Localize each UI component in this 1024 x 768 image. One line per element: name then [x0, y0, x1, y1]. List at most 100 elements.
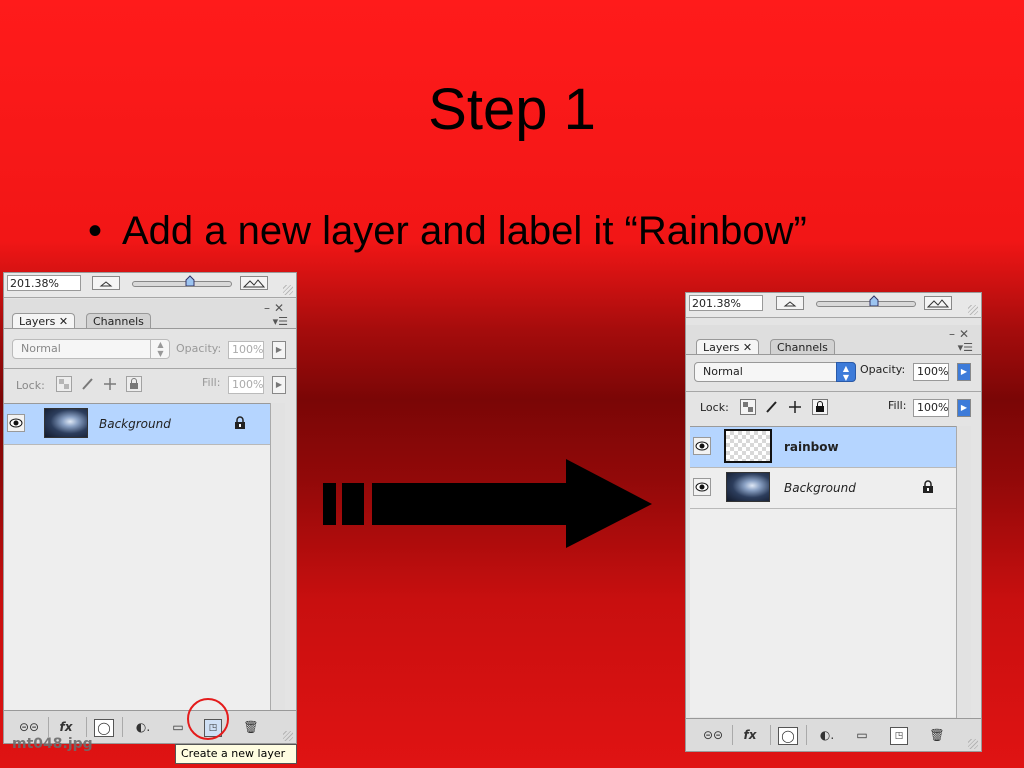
delete-layer-trash-icon[interactable]: 🗑 [928, 727, 946, 743]
add-mask-icon[interactable]: ◯ [778, 727, 798, 745]
blend-mode-value: Normal [21, 342, 61, 355]
visibility-eye-icon[interactable] [7, 414, 25, 432]
resize-grip-icon[interactable] [283, 285, 293, 295]
link-layers-icon[interactable]: ⊝⊝ [698, 727, 728, 743]
zoom-slider-knob[interactable] [869, 295, 879, 306]
layers-panel-after: 201.38% –✕ Layers ✕ Channels ▾☰ Normal ▲… [685, 292, 982, 752]
footer-separator [122, 717, 123, 737]
layers-scrollbar[interactable] [956, 426, 971, 719]
blend-mode-select[interactable]: Normal ▲ ▼ [694, 362, 856, 382]
zoom-slider-knob[interactable] [185, 275, 195, 286]
opacity-slider-button[interactable]: ▶ [272, 341, 286, 359]
resize-grip-icon[interactable] [968, 305, 978, 315]
tab-divider [4, 328, 296, 329]
tab-channels[interactable]: Channels [86, 313, 151, 329]
footer-separator [86, 717, 87, 737]
footer-separator [806, 725, 807, 745]
layer-row-rainbow[interactable]: rainbow [690, 427, 956, 468]
layer-style-fx-button[interactable]: fx [736, 727, 764, 743]
panel-menu-icon[interactable]: ▾☰ [273, 315, 288, 328]
bullet-text: Add a new layer and label it “Rainbow” [122, 209, 807, 253]
tab-layers[interactable]: Layers ✕ [696, 339, 760, 355]
visibility-eye-icon[interactable] [693, 478, 711, 496]
tab-bar: –✕ Layers ✕ Channels ▾☰ [686, 325, 981, 355]
layer-style-fx-button[interactable]: fx [52, 719, 80, 735]
zoom-out-icon[interactable] [92, 276, 120, 290]
lock-move-icon[interactable] [102, 376, 118, 392]
layer-row-background[interactable]: Background [690, 468, 956, 509]
tab-layers[interactable]: Layers ✕ [12, 313, 76, 329]
tooltip-create-new-layer: Create a new layer [175, 744, 297, 764]
zoom-out-icon[interactable] [776, 296, 804, 310]
footer-separator [770, 725, 771, 745]
tab-divider [686, 354, 981, 355]
new-group-folder-icon[interactable]: ▭ [852, 727, 872, 743]
adjustment-layer-icon[interactable]: ◐. [130, 719, 156, 735]
layer-name: rainbow [784, 440, 839, 454]
navigator-bar: 201.38% [4, 273, 296, 298]
lock-label: Lock: [700, 401, 729, 414]
panel-controls-icon[interactable]: –✕ [949, 327, 973, 341]
layer-name: Background [99, 417, 171, 431]
filename-watermark: mt048.jpg [12, 736, 93, 752]
layer-thumbnail-transparent [724, 429, 772, 463]
panel-controls-icon[interactable]: –✕ [264, 301, 288, 315]
fill-label: Fill: [888, 399, 907, 412]
fill-slider-button[interactable]: ▶ [272, 376, 286, 394]
opacity-input[interactable]: 100% [228, 341, 264, 359]
lock-label: Lock: [16, 379, 45, 392]
lock-all-icon[interactable] [812, 399, 828, 415]
layers-list: Background [4, 403, 270, 710]
fill-label: Fill: [202, 376, 221, 389]
navigator-bar: 201.38% [686, 293, 981, 318]
layers-scrollbar[interactable] [270, 403, 285, 711]
divider [4, 368, 296, 369]
footer-separator [732, 725, 733, 745]
opacity-input[interactable]: 100% [913, 363, 949, 381]
layer-row-background[interactable]: Background [4, 404, 270, 445]
divider [686, 391, 981, 392]
bullet-dot: • [88, 209, 103, 253]
layer-lock-icon [923, 480, 933, 493]
lock-transparency-icon[interactable] [56, 376, 72, 392]
fill-input[interactable]: 100% [913, 399, 949, 417]
tab-channels[interactable]: Channels [770, 339, 835, 355]
lock-transparency-icon[interactable] [740, 399, 756, 415]
add-mask-icon[interactable]: ◯ [94, 719, 114, 737]
resize-grip-icon[interactable] [968, 739, 978, 749]
zoom-field[interactable]: 201.38% [689, 295, 763, 311]
opacity-slider-button[interactable]: ▶ [957, 363, 971, 381]
tab-bar: –✕ Layers ✕ Channels ▾☰ [4, 299, 296, 329]
opacity-label: Opacity: [860, 363, 906, 376]
highlight-circle [187, 698, 229, 740]
zoom-in-icon[interactable] [924, 296, 952, 310]
visibility-eye-icon[interactable] [693, 437, 711, 455]
arrow-right-icon [323, 459, 652, 548]
layers-footer-toolbar: ⊝⊝ fx ◯ ◐. ▭ ◳ 🗑 [686, 718, 981, 751]
lock-paint-icon[interactable] [764, 399, 780, 415]
link-layers-icon[interactable]: ⊝⊝ [14, 719, 44, 735]
zoom-slider-track[interactable] [132, 281, 232, 287]
zoom-in-icon[interactable] [240, 276, 268, 290]
panel-menu-icon[interactable]: ▾☰ [958, 341, 973, 354]
lock-paint-icon[interactable] [80, 376, 96, 392]
layer-thumbnail [726, 472, 770, 502]
fill-input[interactable]: 100% [228, 376, 264, 394]
opacity-label: Opacity: [176, 342, 222, 355]
fill-slider-button[interactable]: ▶ [957, 399, 971, 417]
layer-name: Background [784, 481, 856, 495]
new-layer-icon[interactable]: ◳ [890, 727, 908, 745]
new-group-folder-icon[interactable]: ▭ [168, 719, 188, 735]
delete-layer-trash-icon[interactable]: 🗑 [242, 719, 260, 735]
layers-list: rainbow Background [690, 426, 956, 717]
select-arrows-icon: ▲ ▼ [150, 339, 170, 359]
lock-all-icon[interactable] [126, 376, 142, 392]
adjustment-layer-icon[interactable]: ◐. [814, 727, 840, 743]
resize-grip-icon[interactable] [283, 731, 293, 741]
blend-mode-value: Normal [703, 365, 743, 378]
layer-thumbnail [44, 408, 88, 438]
zoom-slider-track[interactable] [816, 301, 916, 307]
blend-mode-select[interactable]: Normal ▲ ▼ [12, 339, 170, 359]
lock-move-icon[interactable] [787, 399, 803, 415]
zoom-field[interactable]: 201.38% [7, 275, 81, 291]
